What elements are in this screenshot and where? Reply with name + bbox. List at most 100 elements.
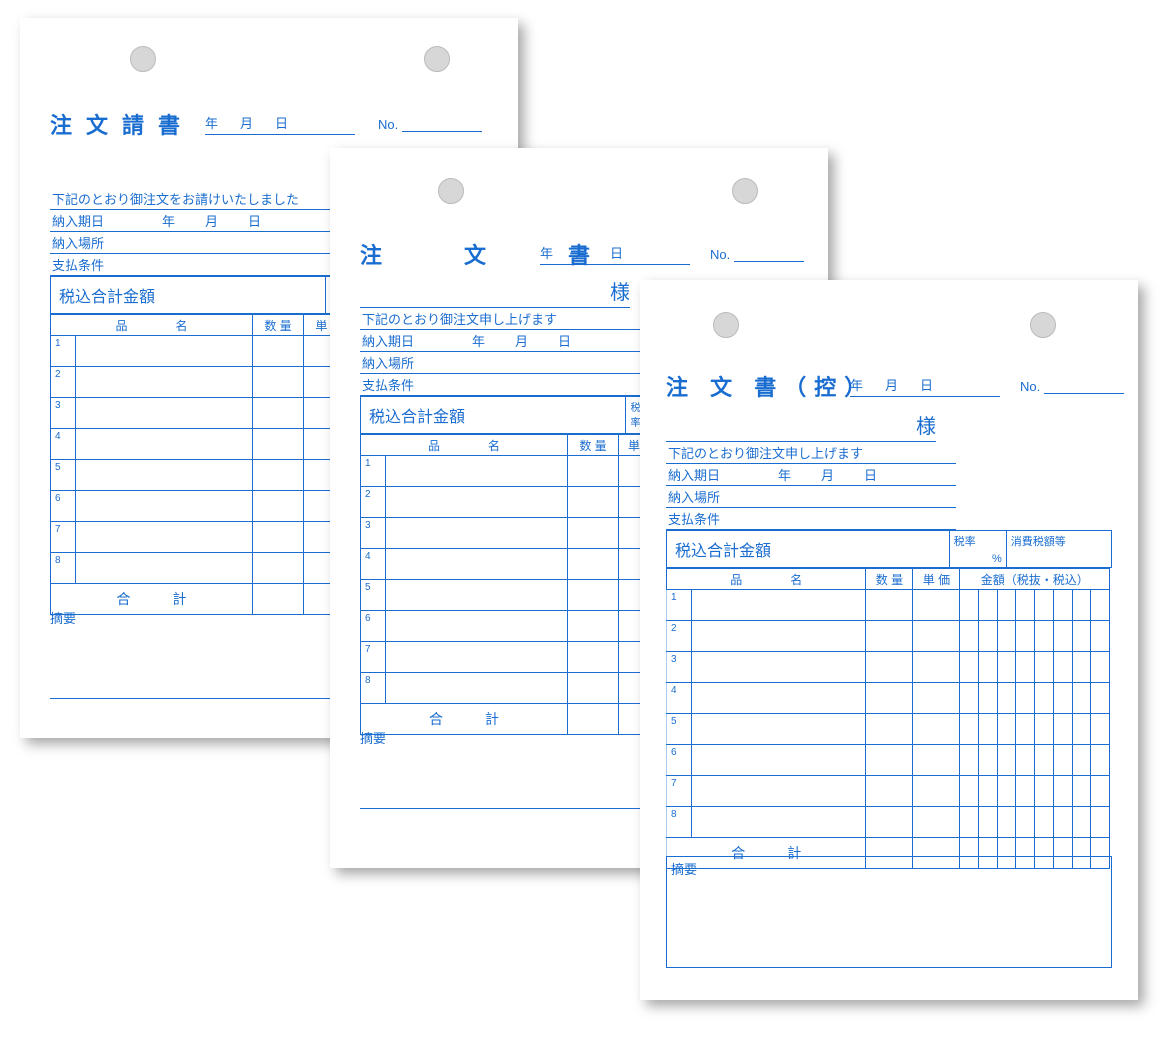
table-row: 1: [361, 456, 650, 487]
table-row: 2: [361, 487, 650, 518]
date-field[interactable]: 年 月 日: [850, 374, 1000, 397]
date-field[interactable]: 年 月 日: [205, 112, 355, 135]
percent-label: %: [992, 553, 1002, 565]
total-label: 税込合計金額: [361, 397, 626, 433]
total-amount-box: 税込合計金額 税率: [360, 396, 652, 434]
payment-terms-row[interactable]: 支払条件: [50, 254, 340, 276]
number-field[interactable]: No.: [378, 112, 482, 132]
table-row: 3: [51, 398, 355, 429]
month-label: 月: [885, 375, 898, 394]
remarks-label: 摘要: [360, 728, 640, 747]
col-qty: 数 量: [568, 435, 619, 456]
table-row: 6: [361, 611, 650, 642]
intro-text: 下記のとおり御注文をお請けいたしました: [50, 188, 340, 210]
info-block: 下記のとおり御注文申し上げます 納入期日 年 月 日 納入場所 支払条件: [360, 308, 640, 396]
delivery-place-row[interactable]: 納入場所: [50, 232, 340, 254]
table-row: 7: [667, 776, 1110, 807]
table-row: 4: [361, 549, 650, 580]
payment-terms-label: 支払条件: [52, 255, 122, 274]
punch-hole-icon: [1030, 312, 1056, 338]
total-label: 税込合計金額: [51, 277, 326, 313]
total-amount-box: 税込合計金額 税率 % 消費税額等: [666, 530, 1112, 568]
number-field[interactable]: No.: [710, 242, 804, 262]
tax-amount-cell: 消費税額等: [1007, 531, 1111, 567]
remarks-label: 摘要: [667, 857, 1111, 880]
punch-hole-icon: [713, 312, 739, 338]
table-row: 7: [361, 642, 650, 673]
items-table: 品 名 数 量 単 1 2 3 4 5 6 7 8 合 計: [360, 434, 650, 735]
form-title: 注 文 書（控）: [666, 370, 874, 402]
punch-hole-icon: [424, 46, 450, 72]
table-row: 8: [51, 553, 355, 584]
remarks-label: 摘要: [50, 608, 340, 627]
delivery-date-label: 納入期日: [362, 331, 432, 350]
info-block: 下記のとおり御注文をお請けいたしました 納入期日 年 月 日 納入場所 支払条件: [50, 188, 340, 276]
total-amount-box: 税込合計金額 税率: [50, 276, 357, 314]
rule-line: [360, 808, 640, 809]
year-label: 年: [540, 243, 553, 262]
table-row: 8: [667, 807, 1110, 838]
table-row: 1: [667, 590, 1110, 621]
payment-terms-row[interactable]: 支払条件: [666, 508, 956, 530]
year-label: 年: [850, 375, 863, 394]
table-row: 6: [667, 745, 1110, 776]
delivery-date-label: 納入期日: [52, 211, 122, 230]
day-label: 日: [275, 113, 288, 132]
table-row: 4: [51, 429, 355, 460]
delivery-place-label: 納入場所: [52, 233, 122, 252]
punch-hole-icon: [438, 178, 464, 204]
table-row: 5: [51, 460, 355, 491]
delivery-date-row[interactable]: 納入期日 年 月 日: [360, 330, 640, 352]
delivery-date-label: 納入期日: [668, 465, 738, 484]
delivery-place-label: 納入場所: [362, 353, 432, 372]
delivery-date-row[interactable]: 納入期日 年 月 日: [50, 210, 340, 232]
table-row: 2: [51, 367, 355, 398]
tax-rate-cell: 税率 %: [950, 531, 1007, 567]
table-row: 8: [361, 673, 650, 704]
delivery-date-row[interactable]: 納入期日 年 月 日: [666, 464, 956, 486]
info-block: 下記のとおり御注文申し上げます 納入期日 年 月 日 納入場所 支払条件: [666, 442, 956, 530]
table-row: 6: [51, 491, 355, 522]
delivery-place-row[interactable]: 納入場所: [666, 486, 956, 508]
intro-text: 下記のとおり御注文申し上げます: [360, 308, 640, 330]
col-item: 品 名: [51, 315, 253, 336]
sama-label: 様: [610, 282, 630, 304]
payment-terms-label: 支払条件: [668, 509, 738, 528]
table-row: 3: [361, 518, 650, 549]
col-qty: 数 量: [253, 315, 304, 336]
payment-terms-row[interactable]: 支払条件: [360, 374, 640, 396]
recipient-line[interactable]: 様: [360, 276, 630, 308]
number-field[interactable]: No.: [1020, 374, 1124, 394]
col-amount: 金額（税抜・税込）: [960, 569, 1110, 590]
tax-rate-label: 税率: [954, 536, 976, 548]
items-table: 品 名 数 量 単 価 金額（税抜・税込） 1 2 3 4 5 6 7 8 合 …: [666, 568, 1110, 869]
order-form-copy: 注 文 書（控） 年 月 日 No. 様 下記のとおり御注文申し上げます 納入期…: [640, 280, 1138, 1000]
day-label: 日: [610, 243, 623, 262]
no-label: No.: [710, 247, 730, 262]
col-qty: 数 量: [866, 569, 913, 590]
day-label: 日: [920, 375, 933, 394]
col-item: 品 名: [361, 435, 568, 456]
col-item: 品 名: [667, 569, 866, 590]
tax-amount-label: 消費税額等: [1011, 536, 1066, 548]
remarks-box[interactable]: 摘要: [666, 856, 1112, 968]
punch-hole-icon: [130, 46, 156, 72]
intro-text: 下記のとおり御注文申し上げます: [666, 442, 956, 464]
total-label: 税込合計金額: [667, 531, 950, 567]
table-row: 4: [667, 683, 1110, 714]
no-label: No.: [1020, 379, 1040, 394]
table-row: 5: [361, 580, 650, 611]
col-unit: 単 価: [913, 569, 960, 590]
table-row: 1: [51, 336, 355, 367]
no-label: No.: [378, 117, 398, 132]
month-label: 月: [575, 243, 588, 262]
delivery-place-label: 納入場所: [668, 487, 738, 506]
table-row: 3: [667, 652, 1110, 683]
form-title: 注文請書: [50, 108, 194, 140]
delivery-place-row[interactable]: 納入場所: [360, 352, 640, 374]
date-field[interactable]: 年 月 日: [540, 242, 690, 265]
table-row: 2: [667, 621, 1110, 652]
table-row: 5: [667, 714, 1110, 745]
punch-hole-icon: [732, 178, 758, 204]
recipient-line[interactable]: 様: [666, 410, 936, 442]
